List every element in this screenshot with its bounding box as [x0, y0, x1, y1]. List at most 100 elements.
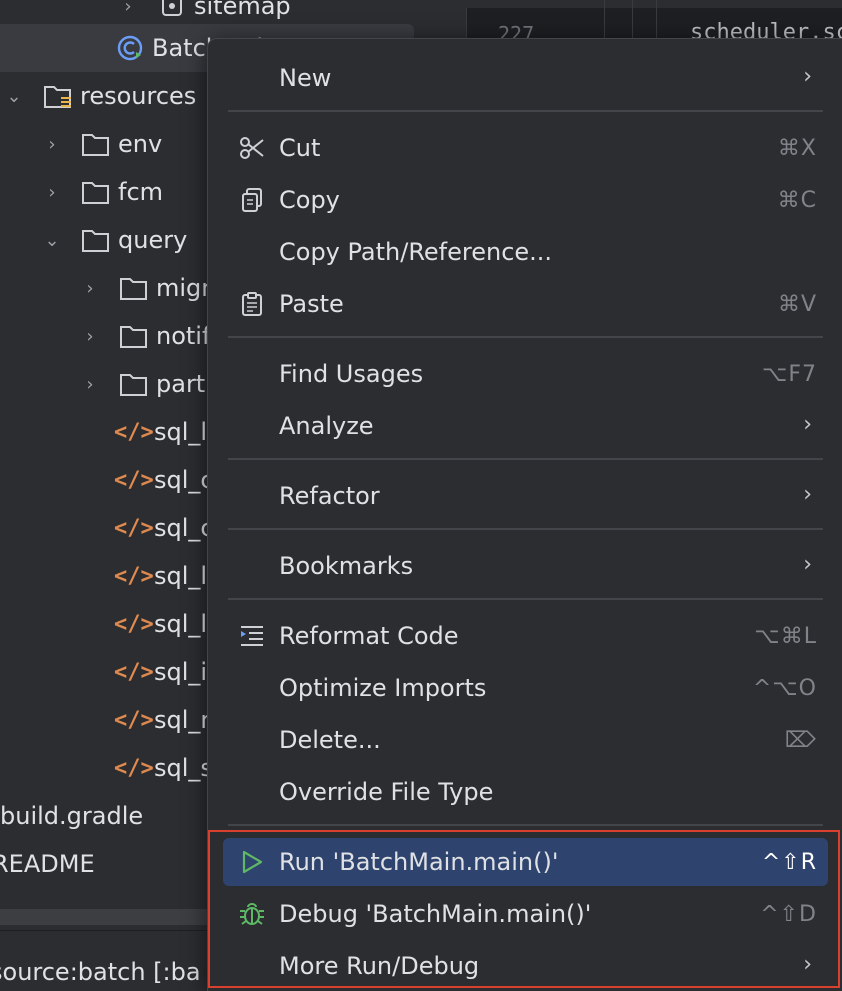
chevron-right-icon[interactable]: › [42, 134, 62, 155]
menu-item-debug[interactable]: Debug 'BatchMain.main()' ^⇧D [223, 890, 828, 938]
menu-item-paste[interactable]: Paste ⌘V [223, 280, 828, 328]
menu-item-delete[interactable]: Delete... ⌦ [223, 716, 828, 764]
chevron-right-icon[interactable]: › [118, 0, 138, 17]
xml-file-icon: </> [114, 611, 154, 637]
run-icon [238, 848, 266, 876]
paste-icon [238, 290, 266, 318]
menu-item-copy[interactable]: Copy ⌘C [223, 176, 828, 224]
tree-item-label: sitemap [194, 0, 291, 20]
shortcut-label: ^⇧D [760, 901, 817, 927]
menu-item-override-file-type[interactable]: Override File Type [223, 768, 828, 816]
tree-item-label: sql_l [154, 610, 208, 638]
menu-item-run[interactable]: Run 'BatchMain.main()' ^⇧R [223, 838, 828, 886]
tree-item-label: sql_r [154, 706, 211, 734]
menu-item-label: Reformat Code [279, 622, 459, 650]
xml-file-icon: </> [114, 755, 154, 781]
reformat-icon [238, 622, 266, 650]
chevron-right-icon: › [803, 952, 812, 977]
tree-item-label: sql_c [154, 514, 214, 542]
menu-separator [228, 528, 823, 530]
menu-separator [228, 110, 823, 112]
menu-item-new[interactable]: New › [223, 54, 828, 102]
folder-icon [80, 178, 112, 206]
xml-file-icon: </> [114, 563, 154, 589]
menu-item-label: More Run/Debug [279, 952, 480, 980]
editor-top-edge [466, 0, 842, 8]
tree-item-label: notif [156, 322, 211, 350]
scissors-icon [238, 134, 266, 162]
menu-item-more-run-debug[interactable]: More Run/Debug › [223, 942, 828, 990]
tree-item-label: build.gradle [0, 802, 144, 830]
xml-file-icon: </> [114, 707, 154, 733]
shortcut-label: ^⌥O [752, 675, 817, 701]
folder-icon [118, 370, 150, 398]
menu-item-reformat-code[interactable]: Reformat Code ⌥⌘L [223, 612, 828, 660]
tree-item-label: query [118, 226, 188, 254]
folder-icon [80, 130, 112, 158]
chevron-down-icon[interactable]: ⌄ [42, 230, 62, 251]
resources-folder-icon [42, 82, 74, 110]
menu-item-label: Debug 'BatchMain.main()' [279, 900, 592, 928]
context-menu: New › Cut ⌘X Copy ⌘C Copy Path/Reference… [207, 38, 842, 991]
chevron-right-icon: › [803, 64, 812, 89]
menu-separator [228, 824, 823, 826]
shortcut-label: ⌘X [777, 135, 817, 161]
tree-item-label: migr [156, 274, 212, 302]
chevron-right-icon[interactable]: › [42, 182, 62, 203]
java-class-run-icon [114, 34, 146, 62]
menu-item-label: Override File Type [279, 778, 494, 806]
forward-delete-icon: ⌦ [784, 727, 817, 753]
menu-item-cut[interactable]: Cut ⌘X [223, 124, 828, 172]
shortcut-label: ^⇧R [761, 849, 817, 875]
menu-separator [228, 336, 823, 338]
menu-item-label: Bookmarks [279, 552, 414, 580]
menu-item-optimize-imports[interactable]: Optimize Imports ^⌥O [223, 664, 828, 712]
menu-item-analyze[interactable]: Analyze › [223, 402, 828, 450]
menu-item-copy-path[interactable]: Copy Path/Reference... [223, 228, 828, 276]
menu-item-label: Paste [279, 290, 344, 318]
shortcut-label: ⌘C [777, 187, 817, 213]
tree-item-label: sql_s [154, 754, 213, 782]
shortcut-label: ⌥F7 [761, 361, 817, 387]
folder-icon [118, 322, 150, 350]
menu-item-find-usages[interactable]: Find Usages ⌥F7 [223, 350, 828, 398]
tree-item-label: fcm [118, 178, 164, 206]
chevron-right-icon[interactable]: › [80, 326, 100, 347]
chevron-right-icon: › [803, 482, 812, 507]
menu-item-bookmarks[interactable]: Bookmarks › [223, 542, 828, 590]
chevron-right-icon[interactable]: › [80, 278, 100, 299]
chevron-right-icon: › [803, 552, 812, 577]
chevron-down-icon[interactable]: ⌄ [4, 86, 24, 107]
tree-item-label: sql_c [154, 466, 214, 494]
menu-separator [228, 458, 823, 460]
menu-item-label: Run 'BatchMain.main()' [279, 848, 559, 876]
chevron-right-icon: › [803, 412, 812, 437]
package-icon [156, 0, 188, 20]
menu-item-label: New [279, 64, 332, 92]
shortcut-label: ⌘V [777, 291, 817, 317]
tree-item-label: README [0, 850, 95, 878]
tree-item-label: sql_i [154, 658, 208, 686]
shortcut-label: ⌥⌘L [754, 623, 817, 649]
menu-item-label: Delete... [279, 726, 381, 754]
menu-separator [228, 598, 823, 600]
xml-file-icon: </> [114, 515, 154, 541]
folder-icon [118, 274, 150, 302]
menu-item-label: Find Usages [279, 360, 424, 388]
chevron-right-icon[interactable]: › [80, 374, 100, 395]
xml-file-icon: </> [114, 467, 154, 493]
status-bar-text: source:batch [:ba [0, 958, 201, 986]
tree-item-label: resources [80, 82, 197, 110]
xml-file-icon: </> [114, 419, 154, 445]
copy-icon [238, 186, 266, 214]
menu-item-label: Optimize Imports [279, 674, 487, 702]
debug-icon [238, 900, 266, 928]
tree-item-label: sql_l [154, 562, 208, 590]
menu-item-label: Copy Path/Reference... [279, 238, 553, 266]
tree-item-label: sql_l [154, 418, 208, 446]
menu-item-refactor[interactable]: Refactor › [223, 472, 828, 520]
tree-item-label: env [118, 130, 163, 158]
menu-item-label: Refactor [279, 482, 380, 510]
menu-item-label: Cut [279, 134, 321, 162]
folder-icon [80, 226, 112, 254]
